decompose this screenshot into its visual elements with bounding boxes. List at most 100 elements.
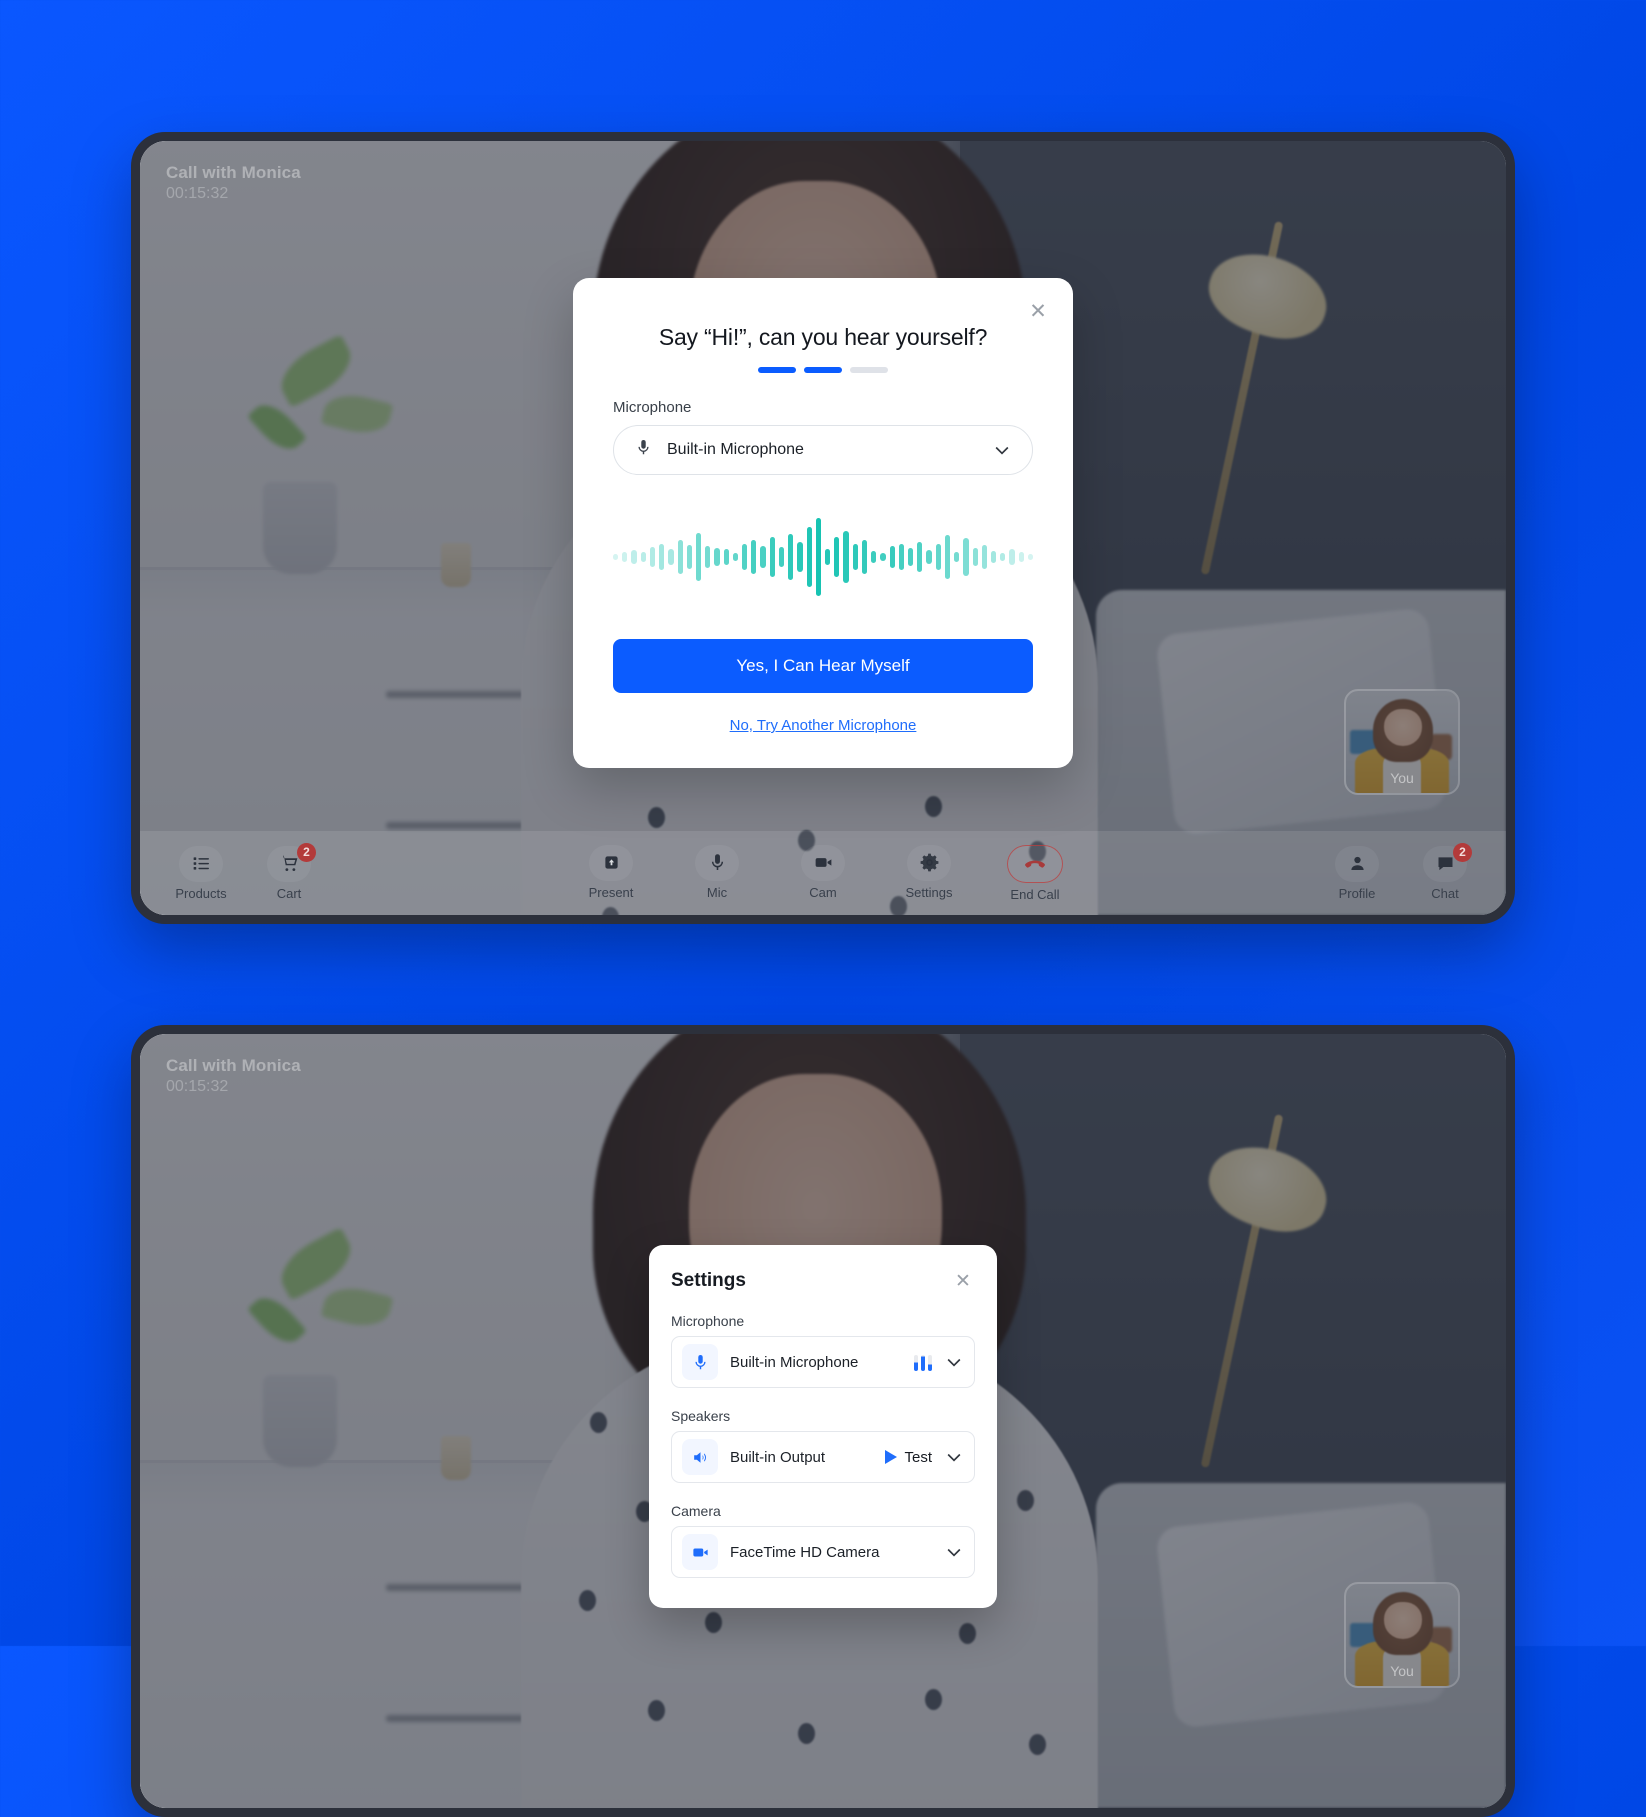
call-timer: 00:15:32: [166, 1078, 229, 1095]
waveform-bar: [659, 544, 665, 570]
toolbar-item-present[interactable]: Present: [576, 844, 646, 902]
waveform-bar: [806, 527, 812, 587]
speaker-icon: [682, 1439, 718, 1475]
waveform-bar: [788, 534, 794, 580]
waveform-bar: [705, 546, 711, 568]
self-view-thumbnail[interactable]: You: [1344, 1582, 1460, 1688]
close-icon[interactable]: ✕: [1025, 298, 1051, 324]
waveform-bar: [963, 538, 969, 576]
waveform-bar: [954, 552, 960, 562]
waveform-bar: [668, 549, 674, 565]
microphone-test-dialog: ✕ Say “Hi!”, can you hear yourself? Micr…: [573, 278, 1073, 768]
waveform-bar: [732, 553, 739, 561]
call-toolbar: Products 2 Cart Present Mic Cam Settings…: [140, 831, 1506, 915]
microphone-select[interactable]: Built-in Microphone: [613, 425, 1033, 475]
waveform-bar: [889, 546, 895, 568]
waveform-bar: [981, 545, 987, 569]
call-info: Call with Monica 00:15:32: [166, 1056, 301, 1096]
toolbar-label: Present: [588, 884, 634, 900]
speakers-select[interactable]: Built-in Output Test: [671, 1431, 975, 1483]
step-indicator: [613, 367, 1033, 373]
waveform-bar: [880, 553, 886, 561]
toolbar-label: Profile: [1338, 885, 1376, 901]
toolbar-label: Chat: [1431, 885, 1459, 901]
microphone-icon: [695, 844, 739, 881]
microphone-value: Built-in Microphone: [730, 1353, 859, 1371]
call-info: Call with Monica 00:15:32: [166, 163, 301, 203]
self-view-label: You: [1390, 1663, 1414, 1679]
microphone-select[interactable]: Built-in Microphone: [671, 1336, 975, 1388]
toolbar-item-profile[interactable]: Profile: [1322, 845, 1392, 901]
gear-icon: [907, 844, 951, 881]
waveform-bar: [834, 537, 840, 577]
toolbar-item-chat[interactable]: 2 Chat: [1410, 842, 1480, 901]
waveform-bar: [797, 542, 803, 572]
toolbar-label: Mic: [706, 884, 728, 900]
toolbar-item-products[interactable]: Products: [166, 845, 236, 901]
dialog-heading: Say “Hi!”, can you hear yourself?: [658, 324, 988, 350]
toolbar-label: Settings: [905, 884, 953, 900]
confirm-hear-button[interactable]: Yes, I Can Hear Myself: [613, 639, 1033, 693]
settings-dialog: Settings ✕ Microphone Built-in Microphon…: [649, 1245, 997, 1608]
close-icon[interactable]: ✕: [951, 1269, 975, 1293]
waveform-bar: [649, 547, 656, 567]
camera-value: FaceTime HD Camera: [730, 1543, 880, 1561]
toolbar-label: End Call: [1010, 886, 1060, 902]
waveform-bar: [825, 549, 831, 565]
chevron-down-icon: [944, 1447, 964, 1467]
try-another-microphone-link[interactable]: No, Try Another Microphone: [613, 717, 1033, 734]
waveform-bar: [926, 550, 932, 564]
waveform-bar: [640, 552, 646, 562]
meter-bar: [928, 1355, 932, 1371]
test-label: Test: [904, 1448, 932, 1466]
waveform-bar: [622, 552, 628, 562]
toolbar-item-cart[interactable]: 2 Cart: [254, 842, 324, 901]
waveform-bar: [751, 540, 757, 574]
waveform-bar: [852, 544, 858, 570]
speakers-label: Speakers: [671, 1408, 731, 1424]
chevron-down-icon: [992, 440, 1012, 460]
waveform-bar: [631, 550, 637, 564]
waveform-bar: [990, 551, 997, 563]
waveform-bar: [972, 548, 978, 566]
call-title: Call with Monica: [166, 1056, 301, 1075]
microphone-label: Microphone: [613, 399, 692, 416]
chevron-down-icon: [944, 1542, 964, 1562]
speaker-test-button[interactable]: Test: [885, 1449, 932, 1466]
waveform-bar: [760, 546, 766, 568]
self-view-thumbnail[interactable]: You: [1344, 689, 1460, 795]
chevron-down-icon: [944, 1352, 964, 1372]
microphone-icon: [682, 1344, 718, 1380]
toolbar-item-end-call[interactable]: End Call: [1000, 844, 1070, 902]
toolbar-item-settings[interactable]: Settings: [894, 844, 964, 902]
waveform-bar: [815, 518, 821, 596]
toolbar-item-mic[interactable]: Mic: [682, 844, 752, 902]
waveform-bar: [677, 540, 683, 574]
waveform-bar: [1027, 554, 1034, 560]
settings-title: Settings: [671, 1270, 746, 1291]
hangup-icon: [1007, 844, 1063, 883]
waveform-bar: [861, 540, 868, 574]
waveform-bar: [769, 537, 775, 577]
step-dot: [850, 367, 888, 373]
waveform-bar: [898, 544, 904, 570]
waveform-bar: [714, 548, 720, 566]
chat-badge: 2: [1453, 842, 1472, 862]
waveform-bar: [917, 542, 923, 572]
waveform-bar: [686, 545, 692, 569]
step-dot: [758, 367, 796, 373]
toolbar-label: Cam: [809, 884, 837, 900]
waveform-bar: [695, 533, 702, 581]
waveform-bar: [1018, 552, 1024, 562]
waveform-bar: [742, 544, 748, 570]
person-icon: [1335, 845, 1379, 882]
camera-select[interactable]: FaceTime HD Camera: [671, 1526, 975, 1578]
settings-header: Settings ✕: [671, 1269, 975, 1293]
waveform-bar: [843, 531, 849, 583]
meter-bar: [921, 1355, 925, 1371]
waveform-bar: [1009, 549, 1015, 565]
step-dot: [804, 367, 842, 373]
toolbar-item-cam[interactable]: Cam: [788, 844, 858, 902]
cart-badge: 2: [297, 842, 316, 862]
toolbar-label: Products: [175, 885, 227, 901]
